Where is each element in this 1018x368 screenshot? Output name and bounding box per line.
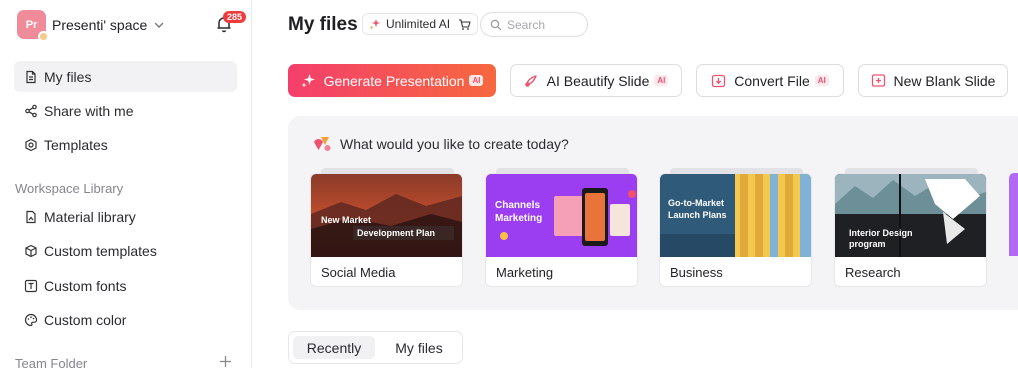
workspace-name: Presenti' space <box>52 16 148 33</box>
avatar: Pr <box>17 10 49 42</box>
convert-file-button[interactable]: Convert File AI <box>696 64 844 97</box>
ai-tag: AI <box>654 75 669 86</box>
thumbnail: Channels Marketing <box>486 174 637 257</box>
sidebar-item-custom-color[interactable]: Custom color <box>14 304 237 335</box>
search-box[interactable] <box>480 12 588 37</box>
file-icon <box>26 70 36 83</box>
thumbnail-image: New Market Development Plan <box>311 174 462 257</box>
avatar-initials: Pr <box>25 18 38 31</box>
new-blank-slide-button[interactable]: New Blank Slide <box>858 64 1008 97</box>
create-panel: What would you like to create today? New… <box>288 116 1018 310</box>
template-card-research[interactable]: Interior Design program Research <box>834 168 987 287</box>
notification-badge: 285 <box>223 11 247 23</box>
thumb-line2: Marketing <box>495 213 542 224</box>
button-label: Convert File <box>734 72 810 89</box>
thumbnail-image: Channels Marketing <box>486 174 637 257</box>
plan-label: Unlimited AI <box>386 17 451 31</box>
cart-icon <box>459 18 471 30</box>
sidebar-item-material-library[interactable]: Material library <box>14 201 237 232</box>
sidebar: Pr Presenti' space 285 My files Share wi… <box>0 0 252 368</box>
magic-brush-icon <box>524 75 537 87</box>
card-label: Business <box>670 265 723 280</box>
sidebar-item-templates[interactable]: Templates <box>14 129 237 160</box>
template-card-partial[interactable] <box>1009 173 1018 256</box>
sidebar-item-my-files[interactable]: My files <box>14 61 237 92</box>
button-label: Generate Presentation <box>323 72 465 89</box>
search-input[interactable] <box>507 17 577 32</box>
ai-tag: AI <box>814 75 829 86</box>
card-label: Social Media <box>321 265 396 280</box>
thumb-line2: program <box>849 239 886 249</box>
thumb-line2: Development Plan <box>357 228 435 238</box>
ai-beautify-slide-button[interactable]: AI Beautify Slide AI <box>510 64 682 97</box>
sidebar-item-share-with-me[interactable]: Share with me <box>14 95 237 126</box>
section-label-workspace-library: Workspace Library <box>15 181 124 196</box>
thumbnail: New Market Development Plan <box>311 174 462 257</box>
thumb-line1: Go-to-Market <box>668 198 724 208</box>
shapes-icon <box>314 137 331 151</box>
thumb-line1: Channels <box>495 200 540 211</box>
app-root: Pr Presenti' space 285 My files Share wi… <box>0 0 1018 368</box>
avatar-status-dot <box>38 31 49 42</box>
sidebar-item-label: Material library <box>44 208 136 225</box>
image-icon <box>26 210 36 223</box>
download-icon <box>712 74 726 88</box>
templates-icon <box>25 138 37 151</box>
tab-my-files[interactable]: My files <box>379 336 459 359</box>
thumbnail: Interior Design program <box>835 174 986 257</box>
sidebar-item-custom-templates[interactable]: Custom templates <box>14 235 237 266</box>
palette-icon <box>24 313 38 326</box>
generate-presentation-button[interactable]: Generate Presentation AI <box>288 64 496 97</box>
sparkle-icon <box>369 19 380 30</box>
cube-icon <box>25 244 37 257</box>
main-content: My files Unlimited AI Generate Presentat… <box>252 0 1018 368</box>
button-label: AI Beautify Slide <box>546 72 650 89</box>
thumbnail-image: Interior Design program <box>835 174 986 257</box>
plan-badge[interactable]: Unlimited AI <box>362 13 479 35</box>
sidebar-item-label: Share with me <box>44 102 134 119</box>
thumb-line1: Interior Design <box>849 228 913 238</box>
template-card-social-media[interactable]: New Market Development Plan Social Media <box>310 168 463 287</box>
sidebar-item-label: Custom color <box>44 311 127 328</box>
add-slide-icon <box>871 74 885 87</box>
tab-recently[interactable]: Recently <box>293 336 375 359</box>
sidebar-item-label: Custom fonts <box>44 277 127 294</box>
card-label: Research <box>845 265 901 280</box>
page-title: My files <box>288 14 358 35</box>
thumbnail: Go-to-Market Launch Plans <box>660 174 811 257</box>
font-icon <box>24 279 38 292</box>
thumb-line1: New Market <box>321 215 371 225</box>
thumb-line2: Launch Plans <box>668 210 727 220</box>
chevron-down-icon <box>155 22 164 28</box>
section-label-team-folder: Team Folder <box>15 356 88 368</box>
plus-icon[interactable] <box>219 355 232 368</box>
sparkle-icon <box>301 74 315 88</box>
ai-tag: AI <box>469 75 484 86</box>
sidebar-item-label: Templates <box>44 136 108 153</box>
button-label: New Blank Slide <box>893 72 996 89</box>
sidebar-item-label: Custom templates <box>44 242 157 259</box>
create-title: What would you like to create today? <box>340 136 569 152</box>
search-icon <box>490 19 502 30</box>
thumbnail-image: Go-to-Market Launch Plans <box>660 174 811 257</box>
file-tabs: Recently My files <box>288 331 463 364</box>
sidebar-item-custom-fonts[interactable]: Custom fonts <box>14 270 237 301</box>
workspace-switcher[interactable]: Pr Presenti' space <box>17 10 165 42</box>
card-label: Marketing <box>496 265 554 280</box>
template-card-marketing[interactable]: Channels Marketing Marketing <box>485 168 638 287</box>
share-icon <box>25 104 37 117</box>
template-card-business[interactable]: Go-to-Market Launch Plans Business <box>659 168 812 287</box>
sidebar-item-label: My files <box>44 68 92 85</box>
